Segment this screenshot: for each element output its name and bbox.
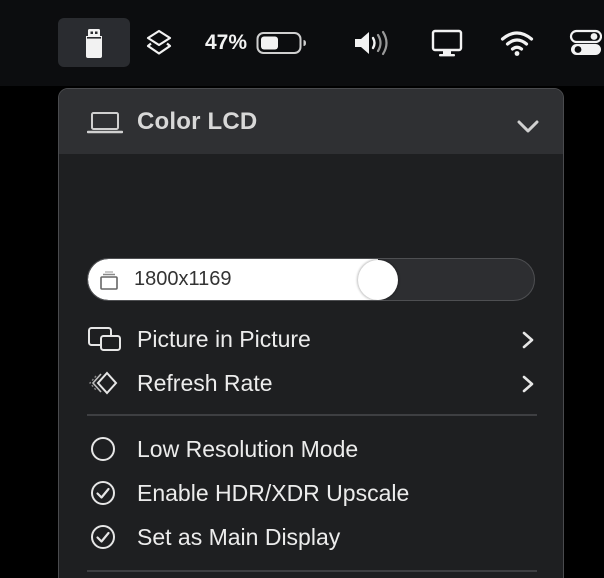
resolution-slider[interactable]: 1800x1169 bbox=[87, 258, 535, 301]
layers-menubar-button[interactable] bbox=[140, 24, 178, 62]
option-label: Low Resolution Mode bbox=[137, 436, 359, 462]
resolution-icon bbox=[100, 271, 118, 290]
menu-divider bbox=[87, 414, 537, 416]
display-dropdown-panel: Color LCD 1800x1169 Picture in Picture R… bbox=[58, 88, 564, 578]
display-name: Color LCD bbox=[137, 108, 258, 135]
display-menubar-button[interactable] bbox=[428, 24, 466, 62]
wifi-icon bbox=[500, 31, 534, 56]
screen: 47% Color LCD 1800x1169 Picture in Pictu… bbox=[0, 0, 604, 578]
menu-item-label: Refresh Rate bbox=[137, 370, 273, 396]
resolution-slider-fill bbox=[88, 259, 378, 300]
resolution-slider-knob[interactable] bbox=[358, 260, 398, 300]
option-label: Set as Main Display bbox=[137, 524, 341, 550]
checkmark-circle-icon bbox=[91, 481, 115, 505]
battery-percentage: 47% bbox=[205, 31, 248, 54]
volume-menubar-button[interactable] bbox=[350, 24, 394, 62]
chevron-right-icon bbox=[522, 375, 534, 393]
menu-divider bbox=[87, 570, 537, 572]
display-app-menubar-button[interactable] bbox=[58, 18, 130, 67]
option-enable-hdr-xdr-upscale[interactable]: Enable HDR/XDR Upscale bbox=[87, 473, 535, 513]
chevron-right-icon bbox=[522, 331, 534, 349]
picture-in-picture-icon bbox=[88, 327, 121, 351]
battery-menubar-item[interactable]: 47% bbox=[205, 24, 320, 62]
checkmark-circle-icon bbox=[91, 525, 115, 549]
layers-icon bbox=[146, 29, 172, 55]
menu-item-picture-in-picture[interactable]: Picture in Picture bbox=[87, 319, 535, 359]
menu-item-label: Picture in Picture bbox=[137, 326, 311, 352]
display-app-icon bbox=[86, 28, 102, 58]
display-header[interactable]: Color LCD bbox=[59, 89, 563, 154]
menu-item-refresh-rate[interactable]: Refresh Rate bbox=[87, 363, 535, 403]
resolution-value: 1800x1169 bbox=[134, 268, 232, 290]
display-icon bbox=[431, 29, 463, 57]
volume-icon bbox=[355, 30, 388, 56]
wifi-menubar-button[interactable] bbox=[497, 24, 537, 62]
refresh-rate-icon bbox=[89, 371, 118, 395]
unchecked-circle-icon bbox=[91, 437, 115, 461]
option-set-as-main-display[interactable]: Set as Main Display bbox=[87, 517, 535, 557]
laptop-icon bbox=[87, 112, 123, 134]
control-center-icon bbox=[569, 29, 602, 55]
menu-bar: 47% bbox=[0, 0, 604, 86]
option-label: Enable HDR/XDR Upscale bbox=[137, 480, 410, 506]
option-low-resolution-mode[interactable]: Low Resolution Mode bbox=[87, 429, 535, 469]
chevron-down-icon[interactable] bbox=[516, 119, 540, 135]
battery-icon bbox=[256, 32, 307, 54]
control-center-menubar-button[interactable] bbox=[566, 24, 604, 62]
